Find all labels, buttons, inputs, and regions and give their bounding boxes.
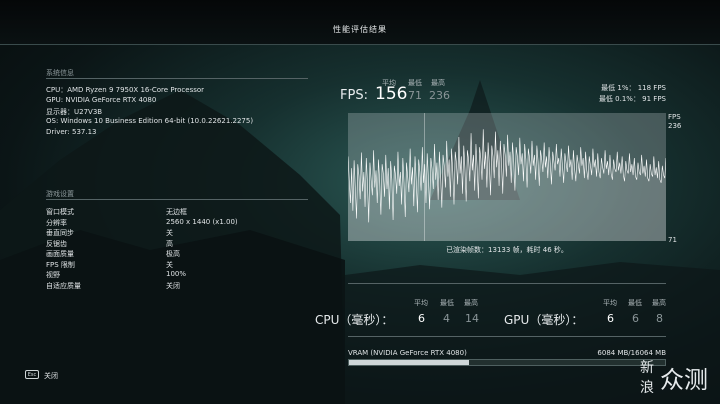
fps-head-max: 最高 [431,79,445,87]
vram-divider [348,336,666,337]
cpu-min-value: 4 [443,312,450,325]
fps-label: FPS: [340,88,368,103]
setting-label-quality: 画面质量 [46,250,74,258]
setting-label-vsync: 垂直同步 [46,229,74,237]
game-settings-divider [46,199,308,200]
cpu-max-value: 14 [465,312,479,325]
system-info-driver: Driver: 537.13 [46,128,97,136]
fps-head-min: 最低 [408,79,422,87]
sina-zhongce-logo: 新 浪 众测 [640,360,708,396]
setting-label-fov: 视野 [46,271,60,279]
vram-progress-bar [348,359,666,366]
setting-label-adaptive-quality: 自适应质量 [46,282,81,290]
setting-value-antialiasing: 高 [166,240,173,248]
system-info-cpu: CPU：AMD Ryzen 9 7950X 16-Core Processor [46,86,205,94]
chart-y-max-tick: 236 [668,122,682,130]
setting-label-resolution: 分辨率 [46,219,67,227]
gpu-head-avg: 平均 [603,299,617,307]
system-info-title: 系统信息 [46,69,74,77]
cpu-head-avg: 平均 [414,299,428,307]
cpu-avg-value: 6 [418,312,425,325]
cpu-head-max: 最高 [464,299,478,307]
cpu-head-min: 最低 [440,299,454,307]
vram-label: VRAM (NVIDIA GeForce RTX 4080) [348,349,467,357]
top-bar [0,0,720,44]
system-info-monitor: 显示器：U27V3B [46,108,103,116]
fps-max-value: 236 [429,89,450,102]
gpu-label: GPU（毫秒）： [504,313,584,327]
setting-value-vsync: 关 [166,229,173,237]
system-info-os: OS: Windows 10 Business Edition 64-bit (… [46,117,254,125]
setting-value-fov: 100% [166,270,187,278]
gpu-max-value: 8 [656,312,663,325]
fps-avg-value: 156 [375,84,408,104]
setting-label-window-mode: 窗口模式 [46,208,74,216]
setting-value-window-mode: 无边框 [166,208,187,216]
rendered-frames-note: 已渲染帧数：13133 帧，耗时 46 秒。 [446,246,568,254]
system-info-gpu: GPU: NVIDIA GeForce RTX 4080 [46,96,157,104]
chart-y-axis-label: FPS [668,113,681,121]
gpu-head-min: 最低 [628,299,642,307]
fps-low-0-1-percent: 最低 0.1%： 91 FPS [598,95,666,103]
vram-progress-fill [349,360,469,365]
gpu-avg-value: 6 [607,312,614,325]
esc-key-icon[interactable]: Esc [25,370,39,379]
svg-text:众测: 众测 [660,366,708,394]
setting-value-adaptive-quality: 关闭 [166,282,180,290]
fps-low-1-percent: 最低 1%： 118 FPS [601,84,666,92]
close-button[interactable]: 关闭 [44,371,58,381]
svg-text:浪: 浪 [640,380,654,396]
gpu-head-max: 最高 [652,299,666,307]
gpu-min-value: 6 [632,312,639,325]
setting-label-fps-limit: FPS 限制 [46,261,75,269]
system-info-divider [46,78,308,79]
fps-chart [348,113,666,241]
svg-text:新: 新 [640,360,654,376]
setting-value-quality: 极高 [166,250,180,258]
chart-y-min-tick: 71 [668,236,677,244]
page-title: 性能评估结果 [333,25,387,34]
setting-value-resolution: 2560 x 1440 (x1.00) [166,218,238,226]
setting-value-fps-limit: 关 [166,261,173,269]
fps-min-value: 71 [408,89,422,102]
stats-divider [348,283,666,284]
game-settings-title: 游戏设置 [46,190,74,198]
top-divider [0,44,720,45]
setting-label-antialiasing: 反锯齿 [46,240,67,248]
cpu-label: CPU（毫秒）： [315,313,394,327]
